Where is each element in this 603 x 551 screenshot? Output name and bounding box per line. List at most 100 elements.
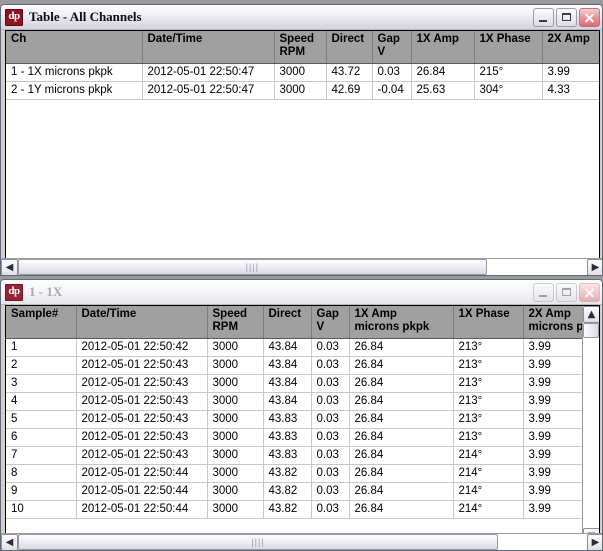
table-row[interactable]: 2 2012-05-01 22:50:43 3000 43.84 0.03 26.84 21… [6,356,590,375]
table-cell[interactable]: 213° [453,356,524,375]
table-cell[interactable]: 213° [453,410,524,429]
table-cell[interactable]: 3000 [274,81,327,100]
table-cell[interactable]: 43.83 [263,410,312,429]
column-header[interactable]: 1X Amp [411,31,475,64]
table-row[interactable]: 4 2012-05-01 22:50:43 3000 43.84 0.03 26.84 21… [6,392,590,411]
table-cell[interactable]: 3.99 [523,374,590,393]
table-cell[interactable]: 214° [453,446,524,465]
table-cell[interactable]: 3000 [207,392,264,411]
table-cell[interactable]: 213° [453,338,524,357]
table-cell[interactable]: 3000 [274,63,327,82]
table-cell[interactable]: 4.33 [542,81,599,100]
table-cell[interactable]: 26.84 [349,410,454,429]
table-cell[interactable]: 0.03 [311,500,350,519]
column-header[interactable]: Direct [263,306,312,339]
table-cell[interactable]: 0.03 [372,63,412,82]
horizontal-scrollbar-all-channels[interactable]: ◀ |||| ▶ [1,258,602,275]
table-cell[interactable]: 9 [6,482,77,501]
table-cell[interactable]: 215° [474,63,543,82]
table-cell[interactable]: 3.99 [523,428,590,447]
column-header[interactable]: Gap V [372,31,412,64]
table-cell[interactable]: 3000 [207,482,264,501]
scroll-right-button[interactable]: ▶ [587,259,602,275]
table-cell[interactable]: 2 [6,356,77,375]
table-cell[interactable]: 26.84 [349,446,454,465]
table-cell[interactable]: 3.99 [523,482,590,501]
window-all-channels[interactable]: dp Table - All Channels Ch Date/Time Speed… [0,4,603,276]
table-cell[interactable]: 43.83 [263,428,312,447]
table-cell[interactable]: 26.84 [411,63,475,82]
column-header[interactable]: Sample# [6,306,77,339]
table-cell[interactable]: 213° [453,374,524,393]
table-cell[interactable]: 2012-05-01 22:50:43 [76,410,208,429]
column-header[interactable]: Speed RPM [207,306,264,339]
table-cell[interactable]: 3000 [207,464,264,483]
table-cell[interactable]: 25.63 [411,81,475,100]
table-cell[interactable]: 2012-05-01 22:50:44 [76,464,208,483]
table-row[interactable]: 2 - 1Y microns pkpk 2012-05-01 22:50:47 30… [6,81,599,100]
column-header[interactable]: 1X Phase [453,306,524,339]
table-cell[interactable]: 2012-05-01 22:50:43 [76,446,208,465]
table-cell[interactable]: 2012-05-01 22:50:43 [76,428,208,447]
table-cell[interactable]: 213° [453,428,524,447]
table-cell[interactable]: 214° [453,500,524,519]
column-header[interactable]: 2X Amp microns p [523,306,590,339]
table-row[interactable]: 7 2012-05-01 22:50:43 3000 43.83 0.03 26.84 21… [6,446,590,465]
table-cell[interactable]: 0.03 [311,374,350,393]
table-cell[interactable]: 304° [474,81,543,100]
table-row[interactable]: 3 2012-05-01 22:50:43 3000 43.84 0.03 26.84 21… [6,374,590,393]
table-cell[interactable]: 1 - 1X microns pkpk [6,63,143,82]
hscroll-track[interactable]: |||| [18,259,587,275]
table-cell[interactable]: 3.99 [542,63,599,82]
column-header[interactable]: 1X Amp microns pkpk [349,306,454,339]
vscroll-thumb[interactable] [583,323,599,338]
table-row[interactable]: 1 2012-05-01 22:50:42 3000 43.84 0.03 26.84 21… [6,338,590,357]
table-cell[interactable]: 0.03 [311,410,350,429]
table-cell[interactable]: 213° [453,392,524,411]
table-cell[interactable]: 3 [6,374,77,393]
table-row[interactable]: 1 - 1X microns pkpk 2012-05-01 22:50:47 30… [6,63,599,82]
table-cell[interactable]: 2012-05-01 22:50:43 [76,392,208,411]
table-cell[interactable]: 0.03 [311,482,350,501]
titlebar-all-channels[interactable]: dp Table - All Channels [1,5,602,30]
table-cell[interactable]: 1 [6,338,77,357]
table-cell[interactable]: 2012-05-01 22:50:42 [76,338,208,357]
table-cell[interactable]: 3.99 [523,392,590,411]
column-header[interactable]: Direct [326,31,373,64]
table-cell[interactable]: 3.99 [523,410,590,429]
titlebar-channel-1-1x[interactable]: dp 1 - 1X [1,280,602,305]
table-cell[interactable]: 2012-05-01 22:50:47 [142,81,275,100]
table-row[interactable]: 6 2012-05-01 22:50:43 3000 43.83 0.03 26.84 21… [6,428,590,447]
table-cell[interactable]: 0.03 [311,464,350,483]
table-cell[interactable]: 4 [6,392,77,411]
table-row[interactable]: 8 2012-05-01 22:50:44 3000 43.82 0.03 26.84 21… [6,464,590,483]
maximize-button[interactable] [556,7,577,27]
table-cell[interactable]: 2012-05-01 22:50:44 [76,482,208,501]
table-cell[interactable]: 26.84 [349,356,454,375]
table-row[interactable]: 9 2012-05-01 22:50:44 3000 43.82 0.03 26.84 21… [6,482,590,501]
table-cell[interactable]: 3000 [207,428,264,447]
table-cell[interactable]: 3.99 [523,500,590,519]
hscroll-track[interactable]: |||| [18,534,587,550]
table-cell[interactable]: 0.03 [311,338,350,357]
table-cell[interactable]: 3.99 [523,356,590,375]
vscroll-track[interactable] [583,323,599,528]
table-cell[interactable]: 26.84 [349,464,454,483]
table-cell[interactable]: 0.03 [311,428,350,447]
table-cell[interactable]: 5 [6,410,77,429]
table-cell[interactable]: 3000 [207,410,264,429]
table-cell[interactable]: 0.03 [311,392,350,411]
table-row[interactable]: 5 2012-05-01 22:50:43 3000 43.83 0.03 26.84 21… [6,410,590,429]
table-cell[interactable]: 26.84 [349,482,454,501]
table-cell[interactable]: 42.69 [326,81,373,100]
table-cell[interactable]: 10 [6,500,77,519]
table-cell[interactable]: 2 - 1Y microns pkpk [6,81,143,100]
scroll-left-button[interactable]: ◀ [1,259,18,275]
table-cell[interactable]: 43.84 [263,374,312,393]
table-cell[interactable]: 8 [6,464,77,483]
table-cell[interactable]: 6 [6,428,77,447]
table-cell[interactable]: 43.84 [263,338,312,357]
scroll-up-button[interactable]: ▲ [583,306,599,323]
table-cell[interactable]: 43.82 [263,482,312,501]
table-cell[interactable]: 3000 [207,500,264,519]
